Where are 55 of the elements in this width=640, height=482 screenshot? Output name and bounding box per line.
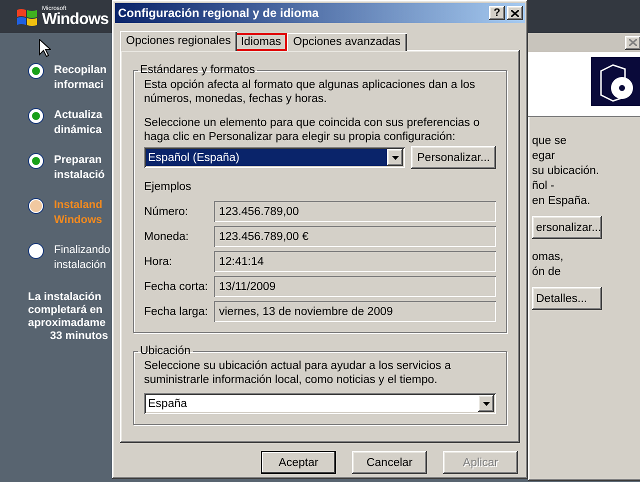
- dropdown-arrow-icon: [392, 156, 399, 160]
- prompt-text: Seleccione un elemento para que coincida con sus preferencias o haga clic en Personalizar para elegir su propia configuración:: [144, 116, 481, 144]
- help-button[interactable]: ?: [489, 6, 505, 20]
- wizard-text: egar: [532, 150, 556, 163]
- status-dot-icon: [28, 63, 44, 79]
- setup-step-label: Preparan instalació: [54, 153, 105, 183]
- setup-step-label: Finalizando instalación: [54, 243, 110, 273]
- close-icon: [511, 10, 519, 16]
- setup-step-label: Instaland Windows: [54, 198, 102, 228]
- description-text: Seleccione su ubicación actual para ayudar a los servicios a suministrarle información local, como noticias y el tiempo.: [144, 359, 452, 387]
- status-dot-icon: [28, 198, 44, 214]
- tab[interactable]: Opciones regionales: [120, 31, 237, 51]
- time-remaining-text: La instalación completará en aproximadame 33 minutos: [28, 291, 108, 343]
- example-value: 123.456.789,00 €: [214, 226, 496, 247]
- wizard-text: omas,: [532, 251, 564, 264]
- example-label: Fecha corta:: [144, 280, 209, 292]
- close-button[interactable]: [625, 36, 640, 50]
- example-value: 12:41:14: [214, 251, 496, 272]
- dropdown-arrow-icon: [482, 402, 490, 406]
- example-label: Número:: [144, 206, 190, 218]
- wizard-text: su ubicación.: [532, 165, 600, 178]
- wizard-text: ñol -: [532, 180, 554, 193]
- customize-button[interactable]: Personalizar...: [411, 146, 496, 169]
- mouse-pointer-icon: [39, 39, 51, 58]
- logo-product: Windows: [42, 12, 109, 28]
- example-label: Fecha larga:: [144, 306, 209, 318]
- example-value: viernes, 13 de noviembre de 2009: [214, 301, 496, 322]
- example-value: 123.456.789,00: [214, 201, 496, 222]
- description-text: Esta opción afecta al formato que algunas aplicaciones dan a los números, monedas, fechas y horas.: [144, 78, 476, 106]
- close-button[interactable]: [507, 6, 523, 20]
- location-select[interactable]: España: [144, 393, 496, 414]
- section-label: Ejemplos: [144, 181, 192, 193]
- group-title: Ubicación: [139, 345, 192, 357]
- dialog-button[interactable]: Aceptar: [261, 451, 336, 474]
- status-dot-icon: [28, 243, 44, 259]
- status-dot-icon: [28, 108, 44, 124]
- setup-step-label: Actualiza dinámica: [54, 108, 102, 138]
- example-value: 13/11/2009: [214, 276, 496, 297]
- setup-step-label: Recopilan informaci: [54, 63, 107, 93]
- window-title: Configuración regional y de idioma: [118, 6, 320, 20]
- wizard-button[interactable]: Detalles...: [532, 287, 602, 310]
- group-title: Estándares y formatos: [139, 64, 256, 76]
- status-dot-icon: [28, 153, 44, 169]
- windows-flag-icon: [16, 6, 38, 26]
- tab[interactable]: Opciones avanzadas: [287, 33, 407, 51]
- wizard-text: que se: [532, 135, 567, 148]
- example-label: Moneda:: [144, 230, 190, 242]
- format-select[interactable]: Español (España): [144, 147, 406, 168]
- wizard-text: ón de: [532, 266, 561, 279]
- close-icon: [629, 39, 637, 46]
- dialog-button[interactable]: Cancelar: [352, 451, 427, 474]
- example-label: Hora:: [144, 256, 174, 268]
- wizard-button[interactable]: ersonalizar...: [532, 216, 602, 239]
- tab[interactable]: Idiomas: [234, 33, 288, 51]
- wizard-text: en España.: [532, 195, 590, 208]
